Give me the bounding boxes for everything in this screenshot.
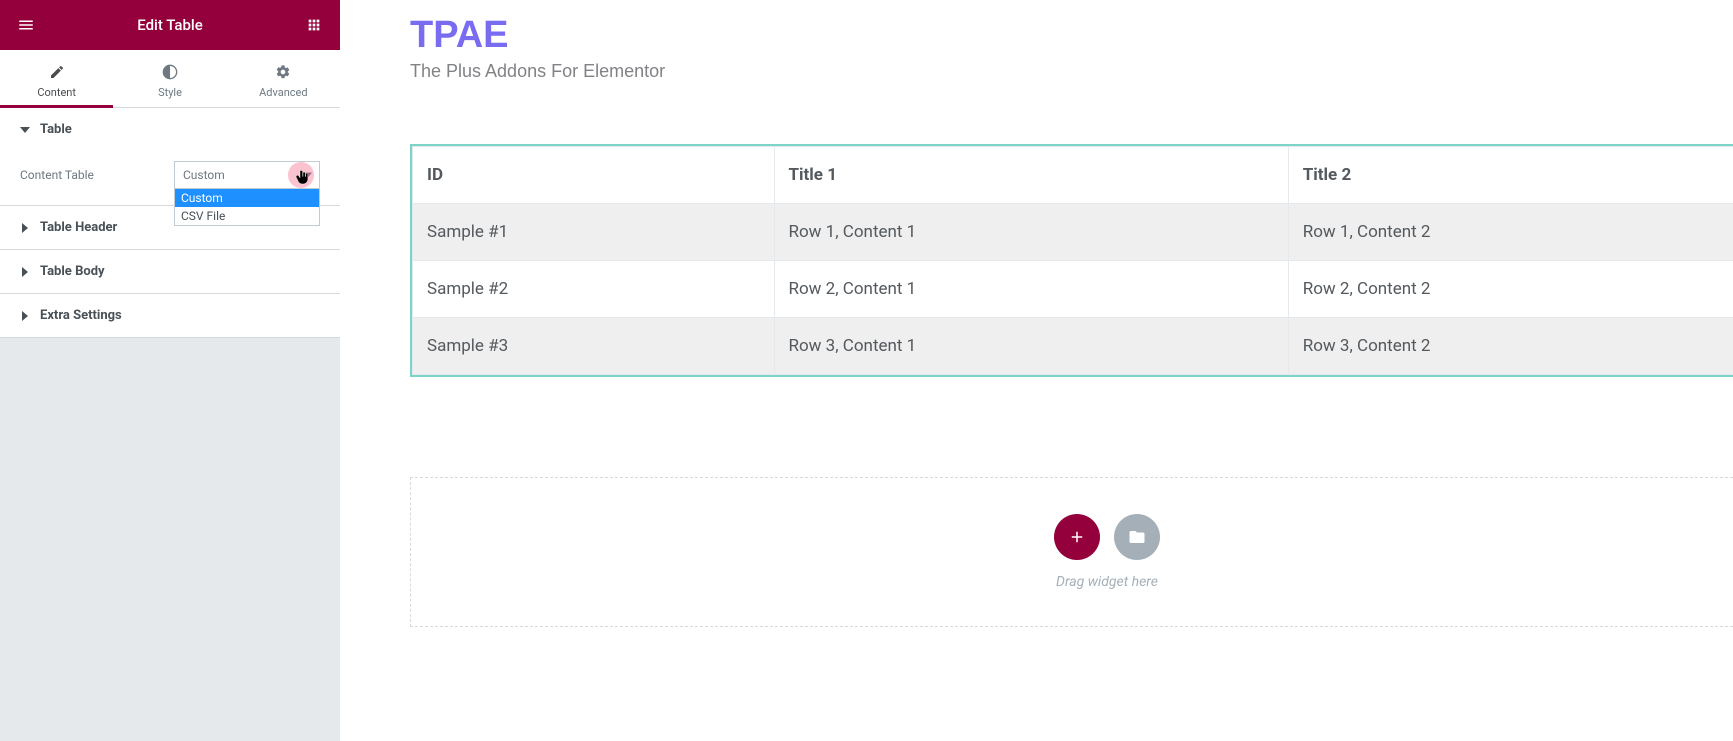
tab-content-label: Content [37, 86, 76, 99]
page-subtitle: The Plus Addons For Elementor [410, 61, 1733, 82]
section-extra-settings: Extra Settings [0, 294, 340, 338]
menu-icon[interactable] [10, 9, 42, 41]
dropzone-actions [1054, 514, 1160, 560]
section-table-body: Table Body [0, 250, 340, 294]
caret-right-icon [20, 223, 30, 233]
cell: Row 3, Content 2 [1288, 318, 1733, 375]
cell: Row 1, Content 2 [1288, 204, 1733, 261]
data-table: ID Title 1 Title 2 Sample #1 Row 1, Cont… [412, 146, 1733, 375]
sidebar-empty-area [0, 338, 340, 741]
sidebar-title: Edit Table [137, 16, 203, 34]
caret-right-icon [20, 267, 30, 277]
table-row: Sample #3 Row 3, Content 1 Row 3, Conten… [413, 318, 1733, 375]
dropzone-text: Drag widget here [1056, 574, 1158, 590]
content-table-select-value[interactable]: Custom [174, 161, 320, 189]
page-title: TPAE [410, 14, 1733, 57]
gear-icon [227, 64, 340, 80]
section-extra-settings-toggle[interactable]: Extra Settings [0, 294, 340, 337]
cell: Row 2, Content 2 [1288, 261, 1733, 318]
cell: Row 1, Content 1 [774, 204, 1288, 261]
add-widget-button[interactable] [1054, 514, 1100, 560]
tab-style[interactable]: Style [113, 50, 226, 107]
widget-dropzone[interactable]: Drag widget here [410, 477, 1733, 627]
table-header-row: ID Title 1 Title 2 [413, 147, 1733, 204]
option-custom[interactable]: Custom [175, 189, 319, 207]
table-row: Sample #2 Row 2, Content 1 Row 2, Conten… [413, 261, 1733, 318]
cell: Sample #1 [413, 204, 775, 261]
section-table-header[interactable]: Table [0, 108, 340, 151]
section-table-title: Table [40, 122, 72, 137]
content-table-control: Content Table Custom Custom CSV File [20, 161, 320, 189]
caret-right-icon [20, 311, 30, 321]
section-table-body-toggle[interactable]: Table Body [0, 250, 340, 293]
section-table-body: Content Table Custom Custom CSV File [0, 151, 340, 205]
cell: Row 3, Content 1 [774, 318, 1288, 375]
section-extra-settings-title: Extra Settings [40, 308, 122, 323]
contrast-icon [113, 64, 226, 80]
preview-canvas: TPAE The Plus Addons For Elementor ID Ti… [340, 0, 1733, 741]
section-table-header-title: Table Header [40, 220, 117, 235]
sidebar-header: Edit Table [0, 0, 340, 50]
tab-advanced-label: Advanced [259, 86, 307, 99]
cell: Row 2, Content 1 [774, 261, 1288, 318]
th-id: ID [413, 147, 775, 204]
template-library-button[interactable] [1114, 514, 1160, 560]
content-table-select[interactable]: Custom Custom CSV File [174, 161, 320, 189]
cell: Sample #3 [413, 318, 775, 375]
th-title-1: Title 1 [774, 147, 1288, 204]
option-csv-file[interactable]: CSV File [175, 207, 319, 225]
cell: Sample #2 [413, 261, 775, 318]
tab-content[interactable]: Content [0, 50, 113, 107]
table-row: Sample #1 Row 1, Content 1 Row 1, Conten… [413, 204, 1733, 261]
tab-style-label: Style [158, 86, 182, 99]
editor-tabs: Content Style Advanced [0, 50, 340, 108]
content-table-label: Content Table [20, 168, 160, 182]
editor-sidebar: Edit Table Content Style Advanced [0, 0, 340, 741]
content-table-dropdown: Custom CSV File [174, 188, 320, 226]
apps-grid-icon[interactable] [298, 9, 330, 41]
section-table-body-title: Table Body [40, 264, 105, 279]
th-title-2: Title 2 [1288, 147, 1733, 204]
tab-advanced[interactable]: Advanced [227, 50, 340, 107]
caret-down-icon [20, 125, 30, 135]
pencil-icon [0, 64, 113, 80]
section-table: Table Content Table Custom Custom CS [0, 108, 340, 206]
table-widget[interactable]: ID Title 1 Title 2 Sample #1 Row 1, Cont… [410, 144, 1733, 377]
